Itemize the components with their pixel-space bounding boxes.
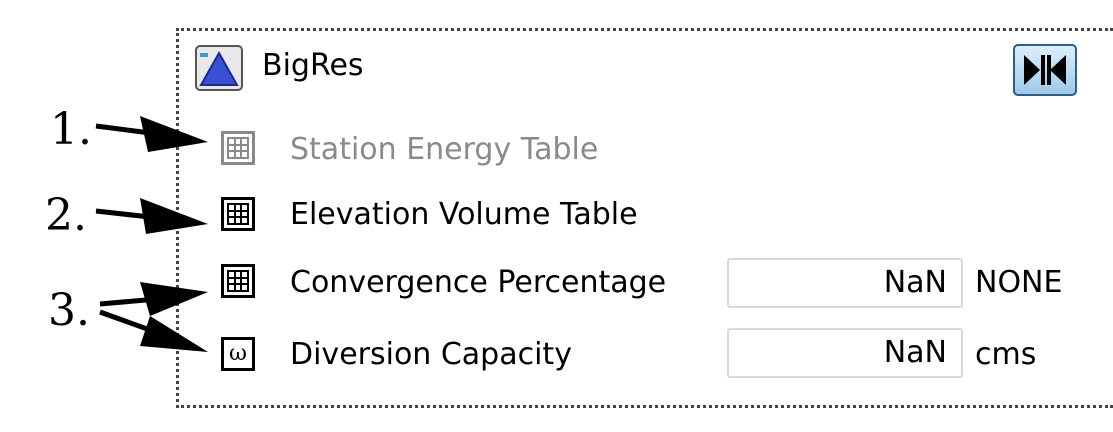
callout-number-1: 1. xyxy=(50,104,92,155)
callout-number-2: 2. xyxy=(45,190,87,241)
convergence-percentage-value-field[interactable]: NaN xyxy=(727,258,963,308)
slot-label-station-energy-table[interactable]: Station Energy Table xyxy=(290,132,598,167)
slot-label-elevation-volume-table[interactable]: Elevation Volume Table xyxy=(290,197,638,232)
table-grid-icon[interactable] xyxy=(221,197,255,231)
slot-label-convergence-percentage[interactable]: Convergence Percentage xyxy=(290,265,666,300)
table-grid-icon[interactable] xyxy=(221,264,255,298)
collapse-button[interactable] xyxy=(1013,44,1077,96)
callout-number-3: 3. xyxy=(48,285,90,336)
diversion-capacity-unit: cms xyxy=(975,337,1037,372)
collapse-icon xyxy=(1024,55,1066,85)
reservoir-object-icon xyxy=(195,45,243,91)
diversion-capacity-value-field[interactable]: NaN xyxy=(727,328,963,378)
object-title: BigRes xyxy=(262,48,364,83)
table-grid-icon[interactable] xyxy=(221,131,255,165)
convergence-percentage-unit: NONE xyxy=(975,265,1063,300)
slot-label-diversion-capacity[interactable]: Diversion Capacity xyxy=(290,337,572,372)
omega-icon[interactable]: ω xyxy=(221,337,255,371)
